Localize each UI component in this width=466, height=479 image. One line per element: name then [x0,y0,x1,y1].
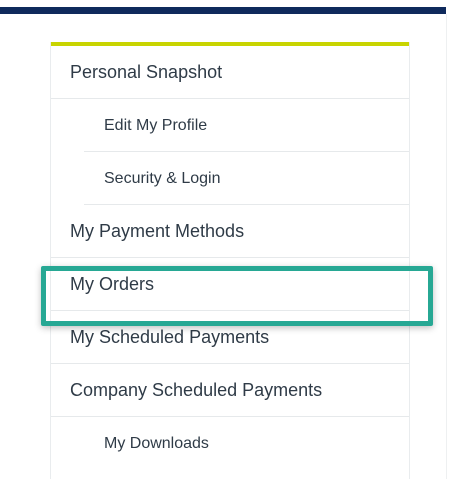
sidebar-item-label: Security & Login [104,170,221,187]
sidebar-item-label: My Payment Methods [70,221,245,241]
sidebar-item-company-scheduled-payments[interactable]: Company Scheduled Payments [51,364,409,417]
sidebar-item-personal-snapshot[interactable]: Personal Snapshot [51,46,409,99]
sidebar-item-label: Edit My Profile [104,117,208,134]
sidebar-item-my-payment-methods[interactable]: My Payment Methods [51,205,409,258]
sidebar-item-my-orders[interactable]: My Orders [51,258,409,311]
sidebar-item-label: Personal Snapshot [70,62,223,82]
sidebar-item-label: My Orders [70,274,155,294]
sidebar-item-label: Company Scheduled Payments [70,380,323,400]
sidebar-item-label: My Downloads [104,435,209,452]
sidebar-item-my-downloads[interactable]: My Downloads [51,417,409,470]
sidebar-item-label: My Scheduled Payments [70,327,270,347]
header-bar [0,7,446,14]
sidebar-item-security-login[interactable]: Security & Login [51,152,409,205]
sidebar-item-edit-my-profile[interactable]: Edit My Profile [51,99,409,152]
content-divider [446,14,447,479]
sidebar-item-my-scheduled-payments[interactable]: My Scheduled Payments [51,311,409,364]
sidebar-nav-list: Personal Snapshot Edit My Profile Securi… [51,46,409,470]
account-sidebar: Personal Snapshot Edit My Profile Securi… [50,42,410,479]
